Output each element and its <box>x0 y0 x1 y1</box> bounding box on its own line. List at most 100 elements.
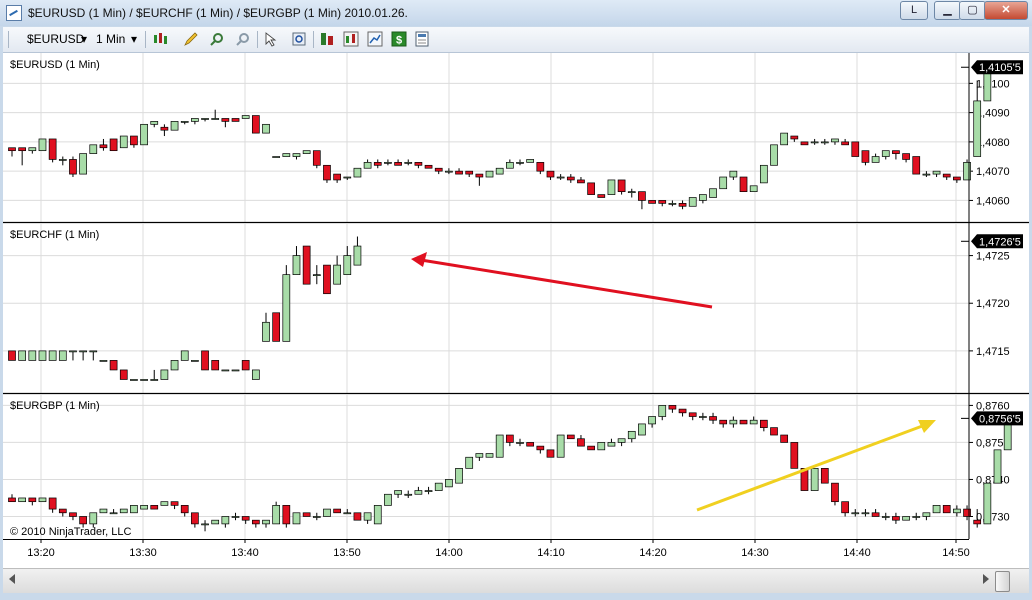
candle-down <box>323 264 331 295</box>
candle-down <box>546 449 555 458</box>
candle-up <box>109 512 118 515</box>
candle-up <box>292 153 301 157</box>
candle-down <box>180 505 189 514</box>
candle-down <box>465 170 474 175</box>
scrollbar-thumb[interactable] <box>995 571 1010 592</box>
candle-up <box>262 321 270 342</box>
properties-icon[interactable] <box>414 31 430 47</box>
candle-down <box>241 360 250 371</box>
zoom-in-icon[interactable] <box>209 31 225 47</box>
toolbar-separator <box>145 31 146 48</box>
candle-down <box>892 150 900 154</box>
candle-up <box>668 203 677 205</box>
candle-down <box>201 350 209 371</box>
red-arrowhead <box>411 252 427 267</box>
interval-selector[interactable]: 1 Min <box>96 32 125 46</box>
chart-panels[interactable]: 1,4060 1,4070 1,4080 1,4090 1,4100 $EURUSD (1… <box>3 53 1029 568</box>
candle-up <box>140 505 148 510</box>
candle-up <box>312 274 321 276</box>
candle-down <box>566 434 575 440</box>
candle-up <box>373 505 382 525</box>
candle-up <box>475 453 484 458</box>
instrument-selector[interactable]: $EURUSD <box>27 32 84 46</box>
last-price-label: 1,4105'5 <box>979 62 1021 74</box>
candle-up <box>150 379 159 381</box>
candle-up <box>282 274 291 342</box>
candle-up <box>820 141 829 144</box>
maximize-button[interactable]: ▢ <box>959 1 986 20</box>
candle-up <box>729 419 738 425</box>
drawing-pencil-icon[interactable] <box>183 31 199 47</box>
toolbar-separator <box>257 31 258 48</box>
candle-down <box>780 434 789 443</box>
bar-style-icon[interactable] <box>152 31 168 47</box>
chart-trader-icon[interactable] <box>367 31 383 47</box>
candle-up <box>191 360 199 362</box>
candle-up <box>709 188 717 198</box>
candle-up <box>556 434 565 458</box>
instrument-dropdown-icon[interactable]: ▾ <box>81 32 87 46</box>
candle-down <box>546 170 555 178</box>
scroll-right-icon[interactable] <box>983 574 989 584</box>
price-tick-label: 1,4070 <box>976 166 1010 178</box>
candle-up <box>160 501 169 506</box>
candle-down <box>871 512 880 517</box>
cursor-icon[interactable] <box>263 31 279 47</box>
candle-down <box>191 512 199 525</box>
candle-up <box>99 508 108 514</box>
candle-up <box>272 156 281 158</box>
interval-dropdown-icon[interactable]: ▾ <box>131 32 137 46</box>
candle-up <box>719 176 728 190</box>
candle-up <box>831 138 839 143</box>
strategies-icon[interactable] <box>319 31 335 47</box>
candle-up <box>363 512 372 521</box>
candle-up <box>973 100 982 157</box>
candle-up <box>638 423 646 436</box>
candle-down <box>130 135 138 146</box>
candle-up <box>902 516 910 521</box>
candle-up <box>262 123 270 134</box>
zoom-out-icon[interactable] <box>235 31 251 47</box>
candle-up <box>810 468 819 491</box>
candle-down <box>312 150 321 166</box>
candle-up <box>516 162 524 164</box>
candle-down <box>536 162 545 172</box>
candle-up <box>455 468 463 484</box>
price-panel-2: 1,4715 1,4720 1,4725 $EURCHF (1 Min) 1,4726'… <box>3 223 1023 393</box>
minimize-button[interactable]: ▁ <box>934 1 961 20</box>
candle-up <box>180 350 189 361</box>
candle-up <box>89 350 98 353</box>
horizontal-scrollbar[interactable] <box>3 568 1029 593</box>
candle-down <box>455 170 463 175</box>
scroll-left-icon[interactable] <box>9 574 15 584</box>
candle-up <box>810 141 819 144</box>
candle-up <box>485 170 494 178</box>
chart-canvas[interactable]: 1,40601,40701,40801,40901,4100$EURUSD (1… <box>3 53 1029 568</box>
time-tick-label: 13:20 <box>27 547 55 559</box>
candle-up <box>424 490 433 492</box>
candle-down <box>8 497 16 503</box>
candle-up <box>119 508 128 514</box>
candle-up <box>38 138 47 152</box>
candle-down <box>251 115 260 134</box>
layout-button[interactable]: L <box>900 1 928 20</box>
candle-up <box>445 170 453 173</box>
chart-toolbar: $EURUSD ▾ 1 Min ▾ $ <box>3 27 1029 53</box>
find-icon[interactable] <box>291 31 307 47</box>
series-label: $EURUSD (1 Min) <box>10 59 100 71</box>
candle-up <box>983 71 992 102</box>
candle-up <box>445 479 453 488</box>
time-tick-label: 14:30 <box>741 547 769 559</box>
toolbar-separator <box>313 31 314 48</box>
candle-up <box>922 173 931 176</box>
candle-down <box>577 438 585 447</box>
close-button[interactable]: ✕ <box>984 1 1028 20</box>
indicators-icon[interactable] <box>343 31 359 47</box>
dollar-icon[interactable]: $ <box>391 31 407 47</box>
candle-up <box>699 416 707 418</box>
candle-up <box>130 379 138 381</box>
candle-up <box>363 162 372 169</box>
candle-up <box>983 482 992 525</box>
candle-up <box>201 118 209 120</box>
candle-down <box>211 360 220 371</box>
